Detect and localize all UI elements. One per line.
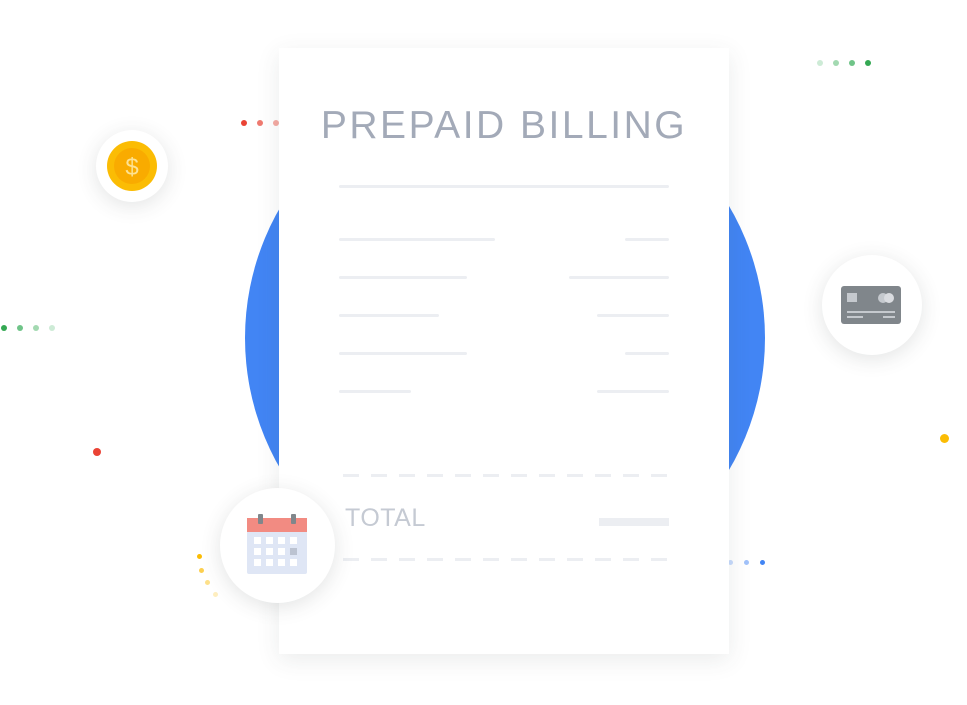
line-item-amount — [625, 238, 669, 241]
dollar-coin-icon: $ — [107, 141, 157, 191]
total-divider-top — [343, 474, 669, 477]
credit-card-icon — [841, 286, 901, 324]
receipt-torn-edge — [279, 48, 729, 64]
line-item-amount — [569, 276, 669, 279]
line-item-description — [339, 352, 467, 355]
title-divider — [339, 185, 669, 188]
line-item-amount — [625, 352, 669, 355]
card-badge — [822, 255, 922, 355]
line-item-description — [339, 276, 467, 279]
line-item-description — [339, 314, 439, 317]
total-divider-bottom — [343, 558, 669, 561]
line-item-description — [339, 238, 495, 241]
coin-badge: $ — [96, 130, 168, 202]
decorative-dot-yellow — [940, 434, 949, 443]
total-label: TOTAL — [345, 504, 426, 532]
total-amount-placeholder — [599, 518, 669, 526]
line-item-description — [339, 390, 411, 393]
line-item-amount — [597, 390, 669, 393]
calendar-icon — [247, 514, 307, 574]
receipt-card: PREPAID BILLING TOTAL — [279, 48, 729, 654]
receipt-title: PREPAID BILLING — [320, 104, 688, 147]
line-item-amount — [597, 314, 669, 317]
coin-symbol: $ — [125, 154, 138, 181]
calendar-badge — [220, 488, 335, 603]
decorative-dot-red — [93, 448, 101, 456]
